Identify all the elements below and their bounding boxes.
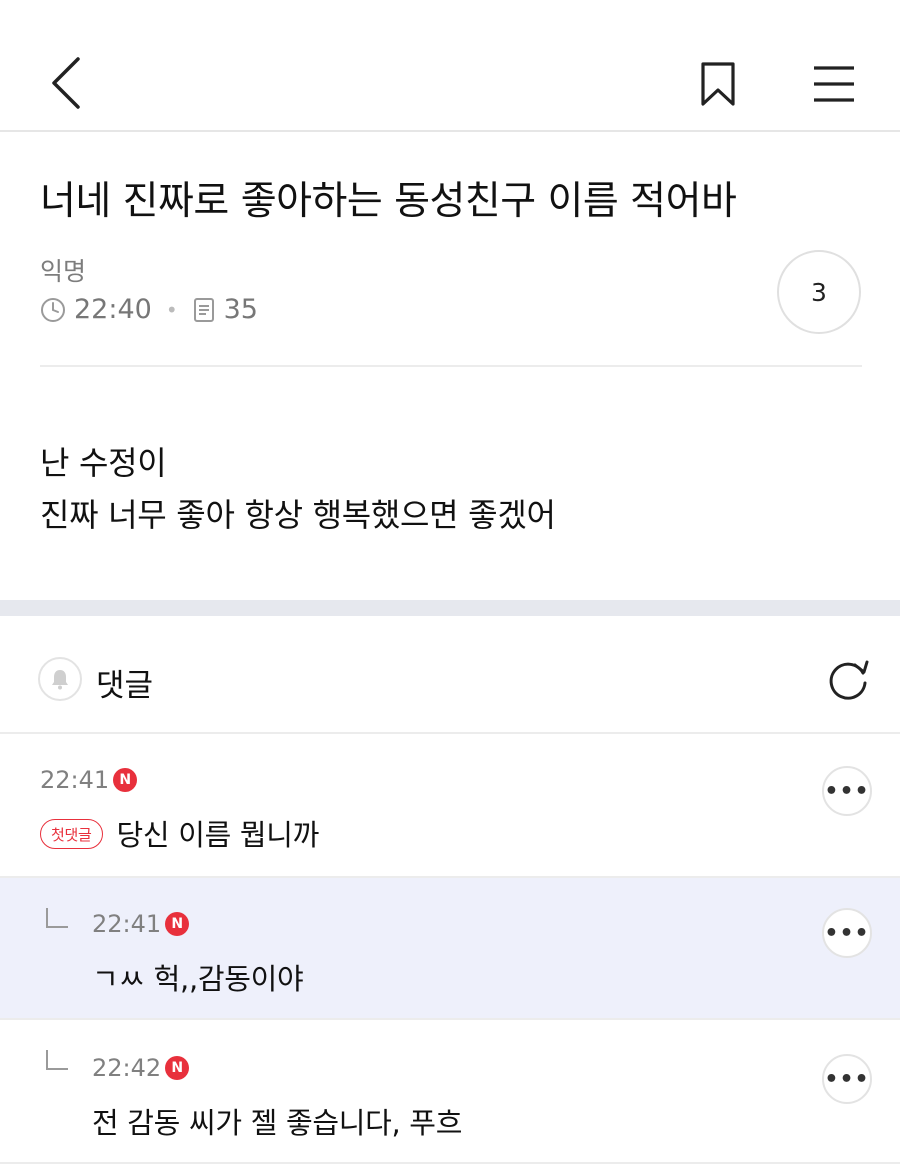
comment-count-badge[interactable]: 3 — [777, 250, 861, 334]
post-views: 35 — [223, 294, 258, 325]
post-body: 난 수정이 진짜 너무 좋아 항상 행복했으면 좋겠어 — [40, 437, 556, 541]
comment-meta: 22:41 N — [40, 766, 138, 794]
first-comment-tag: 첫댓글 — [40, 819, 103, 849]
reply-item: 22:41 N ㄱㅆ 헉,,감동이야 ••• — [0, 878, 900, 1020]
hamburger-menu-icon — [814, 66, 854, 102]
post-time: 22:40 — [74, 294, 152, 325]
comment-more-button[interactable]: ••• — [822, 1054, 872, 1104]
new-badge: N — [165, 912, 190, 936]
divider — [40, 365, 862, 367]
new-badge: N — [165, 1056, 190, 1080]
comment-more-button[interactable]: ••• — [822, 766, 872, 816]
comment-body: 첫댓글 당신 이름 뭡니까 — [40, 812, 319, 854]
bell-icon — [52, 670, 68, 690]
post-author[interactable]: 익명 — [40, 252, 86, 288]
comment-text: 당신 이름 뭡니까 — [116, 818, 320, 852]
reply-item: 22:42 N 전 감동 씨가 젤 좋습니다, 푸흐 ••• — [0, 1020, 900, 1164]
menu-button[interactable] — [800, 52, 868, 116]
post-title: 너네 진짜로 좋아하는 동성친구 이름 적어바 — [40, 179, 737, 224]
bookmark-icon — [701, 62, 735, 106]
comments-label: 댓글 — [96, 668, 154, 704]
comment-more-button[interactable]: ••• — [822, 908, 872, 958]
comment-meta: 22:41 N — [92, 910, 190, 938]
views-icon — [193, 297, 214, 322]
comment-time: 22:42 — [92, 1054, 162, 1082]
clock-icon — [41, 297, 65, 322]
comment-text: 전 감동 씨가 젤 좋습니다, 푸흐 — [92, 1106, 463, 1140]
bookmark-button[interactable] — [688, 52, 748, 116]
chevron-left-icon — [52, 57, 80, 109]
back-button[interactable] — [36, 48, 96, 118]
post-body-line: 난 수정이 — [40, 444, 167, 482]
reply-arrow-icon — [46, 908, 68, 928]
meta-separator: • — [165, 297, 178, 322]
comment-time: 22:41 — [92, 910, 162, 938]
top-bar — [0, 0, 900, 132]
comment-time: 22:41 — [40, 766, 110, 794]
comment-item: 22:41 N 첫댓글 당신 이름 뭡니까 ••• — [0, 734, 900, 878]
section-divider — [0, 600, 900, 616]
reply-arrow-icon — [46, 1050, 68, 1070]
refresh-button[interactable] — [822, 654, 874, 706]
notification-toggle[interactable] — [38, 657, 82, 701]
post-body-line: 진짜 너무 좋아 항상 행복했으면 좋겠어 — [40, 496, 556, 534]
comment-text: ㄱㅆ 헉,,감동이야 — [92, 962, 304, 996]
comment-meta: 22:42 N — [92, 1054, 190, 1082]
refresh-icon — [829, 660, 869, 700]
post-meta: 22:40 • 35 — [40, 294, 258, 325]
new-badge: N — [113, 768, 138, 792]
